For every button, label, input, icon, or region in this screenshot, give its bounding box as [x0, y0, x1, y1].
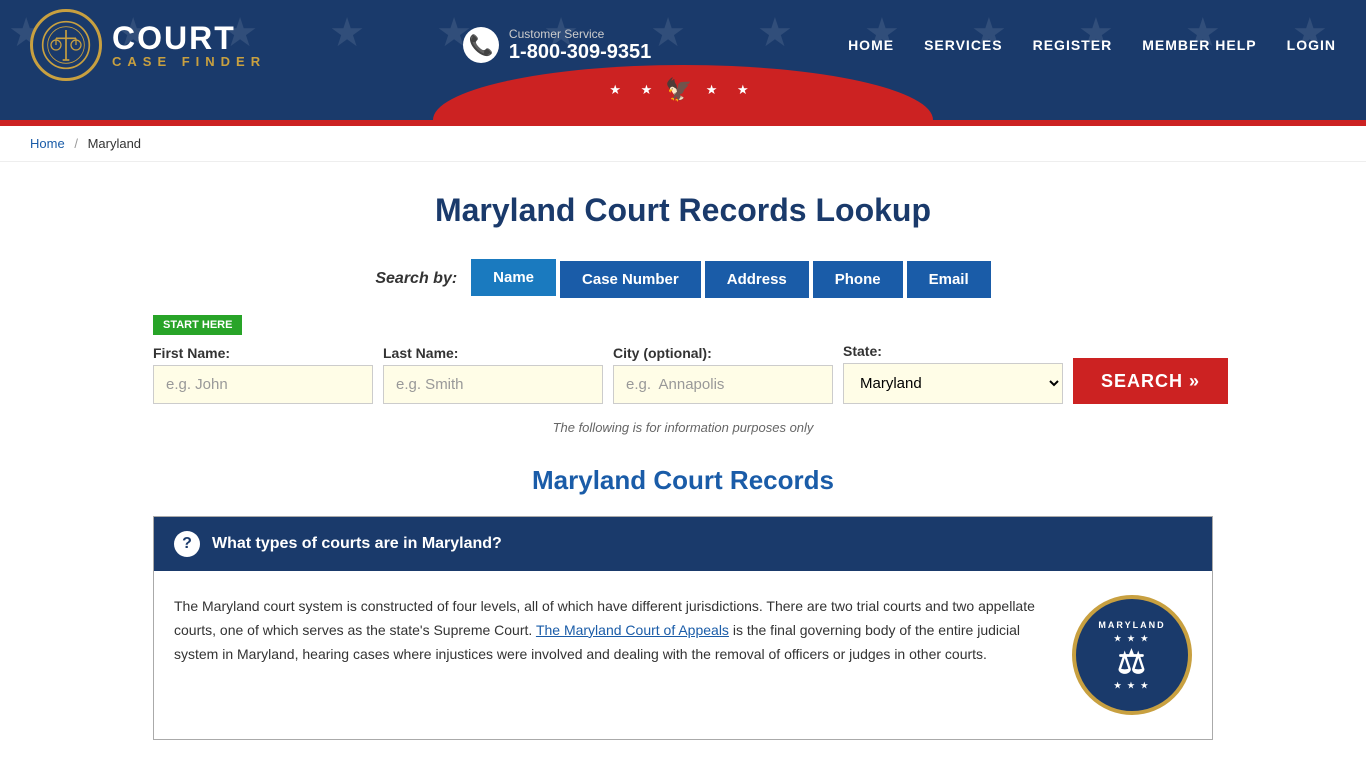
breadcrumb-current: Maryland: [88, 136, 141, 151]
city-input[interactable]: [613, 365, 833, 404]
search-by-label: Search by:: [375, 270, 457, 288]
state-field: State: Maryland Alabama Alaska Arizona C…: [843, 343, 1063, 404]
tab-email[interactable]: Email: [907, 261, 991, 298]
state-label: State:: [843, 343, 1063, 359]
seal-stars: ★ ★ ★: [1098, 634, 1165, 643]
start-here-badge: START HERE: [153, 315, 242, 335]
search-by-row: Search by: Name Case Number Address Phon…: [153, 259, 1213, 299]
seal-text: MARYLAND: [1098, 620, 1165, 630]
customer-service: 📞 Customer Service 1-800-309-9351: [463, 27, 651, 64]
last-name-input[interactable]: [383, 365, 603, 404]
nav-register[interactable]: REGISTER: [1033, 37, 1113, 53]
accordion-text: The Maryland court system is constructed…: [174, 595, 1052, 715]
search-form: First Name: Last Name: City (optional): …: [153, 343, 1213, 404]
seal-inner: MARYLAND ★ ★ ★ ⚖ ★ ★ ★: [1098, 620, 1165, 690]
accordion-body: The Maryland court system is constructed…: [154, 571, 1212, 739]
info-text: The following is for information purpose…: [153, 420, 1213, 435]
logo-icon: [30, 9, 102, 81]
last-name-label: Last Name:: [383, 345, 603, 361]
nav-services[interactable]: SERVICES: [924, 37, 1003, 53]
nav-login[interactable]: LOGIN: [1287, 37, 1336, 53]
breadcrumb-home[interactable]: Home: [30, 136, 65, 151]
first-name-input[interactable]: [153, 365, 373, 404]
logo-text: COURT CASE FINDER: [112, 22, 266, 69]
tab-case-number[interactable]: Case Number: [560, 261, 701, 298]
eagle-icon: 🦅: [665, 77, 700, 103]
phone-icon: 📞: [463, 27, 499, 63]
first-name-label: First Name:: [153, 345, 373, 361]
seal-scales-icon: ⚖: [1098, 643, 1165, 681]
seal-stars-bottom: ★ ★ ★: [1098, 681, 1165, 690]
accordion-item: ? What types of courts are in Maryland? …: [153, 516, 1213, 740]
tab-phone[interactable]: Phone: [813, 261, 903, 298]
tab-name[interactable]: Name: [471, 259, 556, 299]
swoosh-container: ★ ★ 🦅 ★ ★: [0, 90, 1366, 120]
accordion-header[interactable]: ? What types of courts are in Maryland?: [154, 517, 1212, 571]
city-field: City (optional):: [613, 345, 833, 404]
cs-phone: 1-800-309-9351: [509, 41, 651, 64]
main-content: Maryland Court Records Lookup Search by:…: [133, 162, 1233, 770]
first-name-field: First Name:: [153, 345, 373, 404]
city-label: City (optional):: [613, 345, 833, 361]
cs-label: Customer Service: [509, 27, 651, 41]
state-select[interactable]: Maryland Alabama Alaska Arizona Californ…: [843, 363, 1063, 404]
logo-court-label: COURT: [112, 22, 266, 54]
accordion-question: What types of courts are in Maryland?: [212, 535, 502, 553]
breadcrumb: Home / Maryland: [0, 126, 1366, 162]
main-nav: HOME SERVICES REGISTER MEMBER HELP LOGIN: [848, 37, 1336, 53]
logo-case-finder-label: CASE FINDER: [112, 54, 266, 69]
nav-home[interactable]: HOME: [848, 37, 894, 53]
court-of-appeals-link[interactable]: The Maryland Court of Appeals: [536, 622, 729, 638]
search-button[interactable]: SEARCH »: [1073, 358, 1228, 404]
page-title: Maryland Court Records Lookup: [153, 192, 1213, 229]
nav-member-help[interactable]: MEMBER HELP: [1142, 37, 1256, 53]
question-icon: ?: [174, 531, 200, 557]
maryland-seal: MARYLAND ★ ★ ★ ⚖ ★ ★ ★: [1072, 595, 1192, 715]
logo-area: COURT CASE FINDER: [30, 9, 266, 81]
tab-address[interactable]: Address: [705, 261, 809, 298]
section-title: Maryland Court Records: [153, 465, 1213, 496]
swoosh-stars: ★ ★ 🦅 ★ ★: [609, 77, 756, 103]
cs-text: Customer Service 1-800-309-9351: [509, 27, 651, 64]
breadcrumb-separator: /: [74, 136, 78, 151]
last-name-field: Last Name:: [383, 345, 603, 404]
